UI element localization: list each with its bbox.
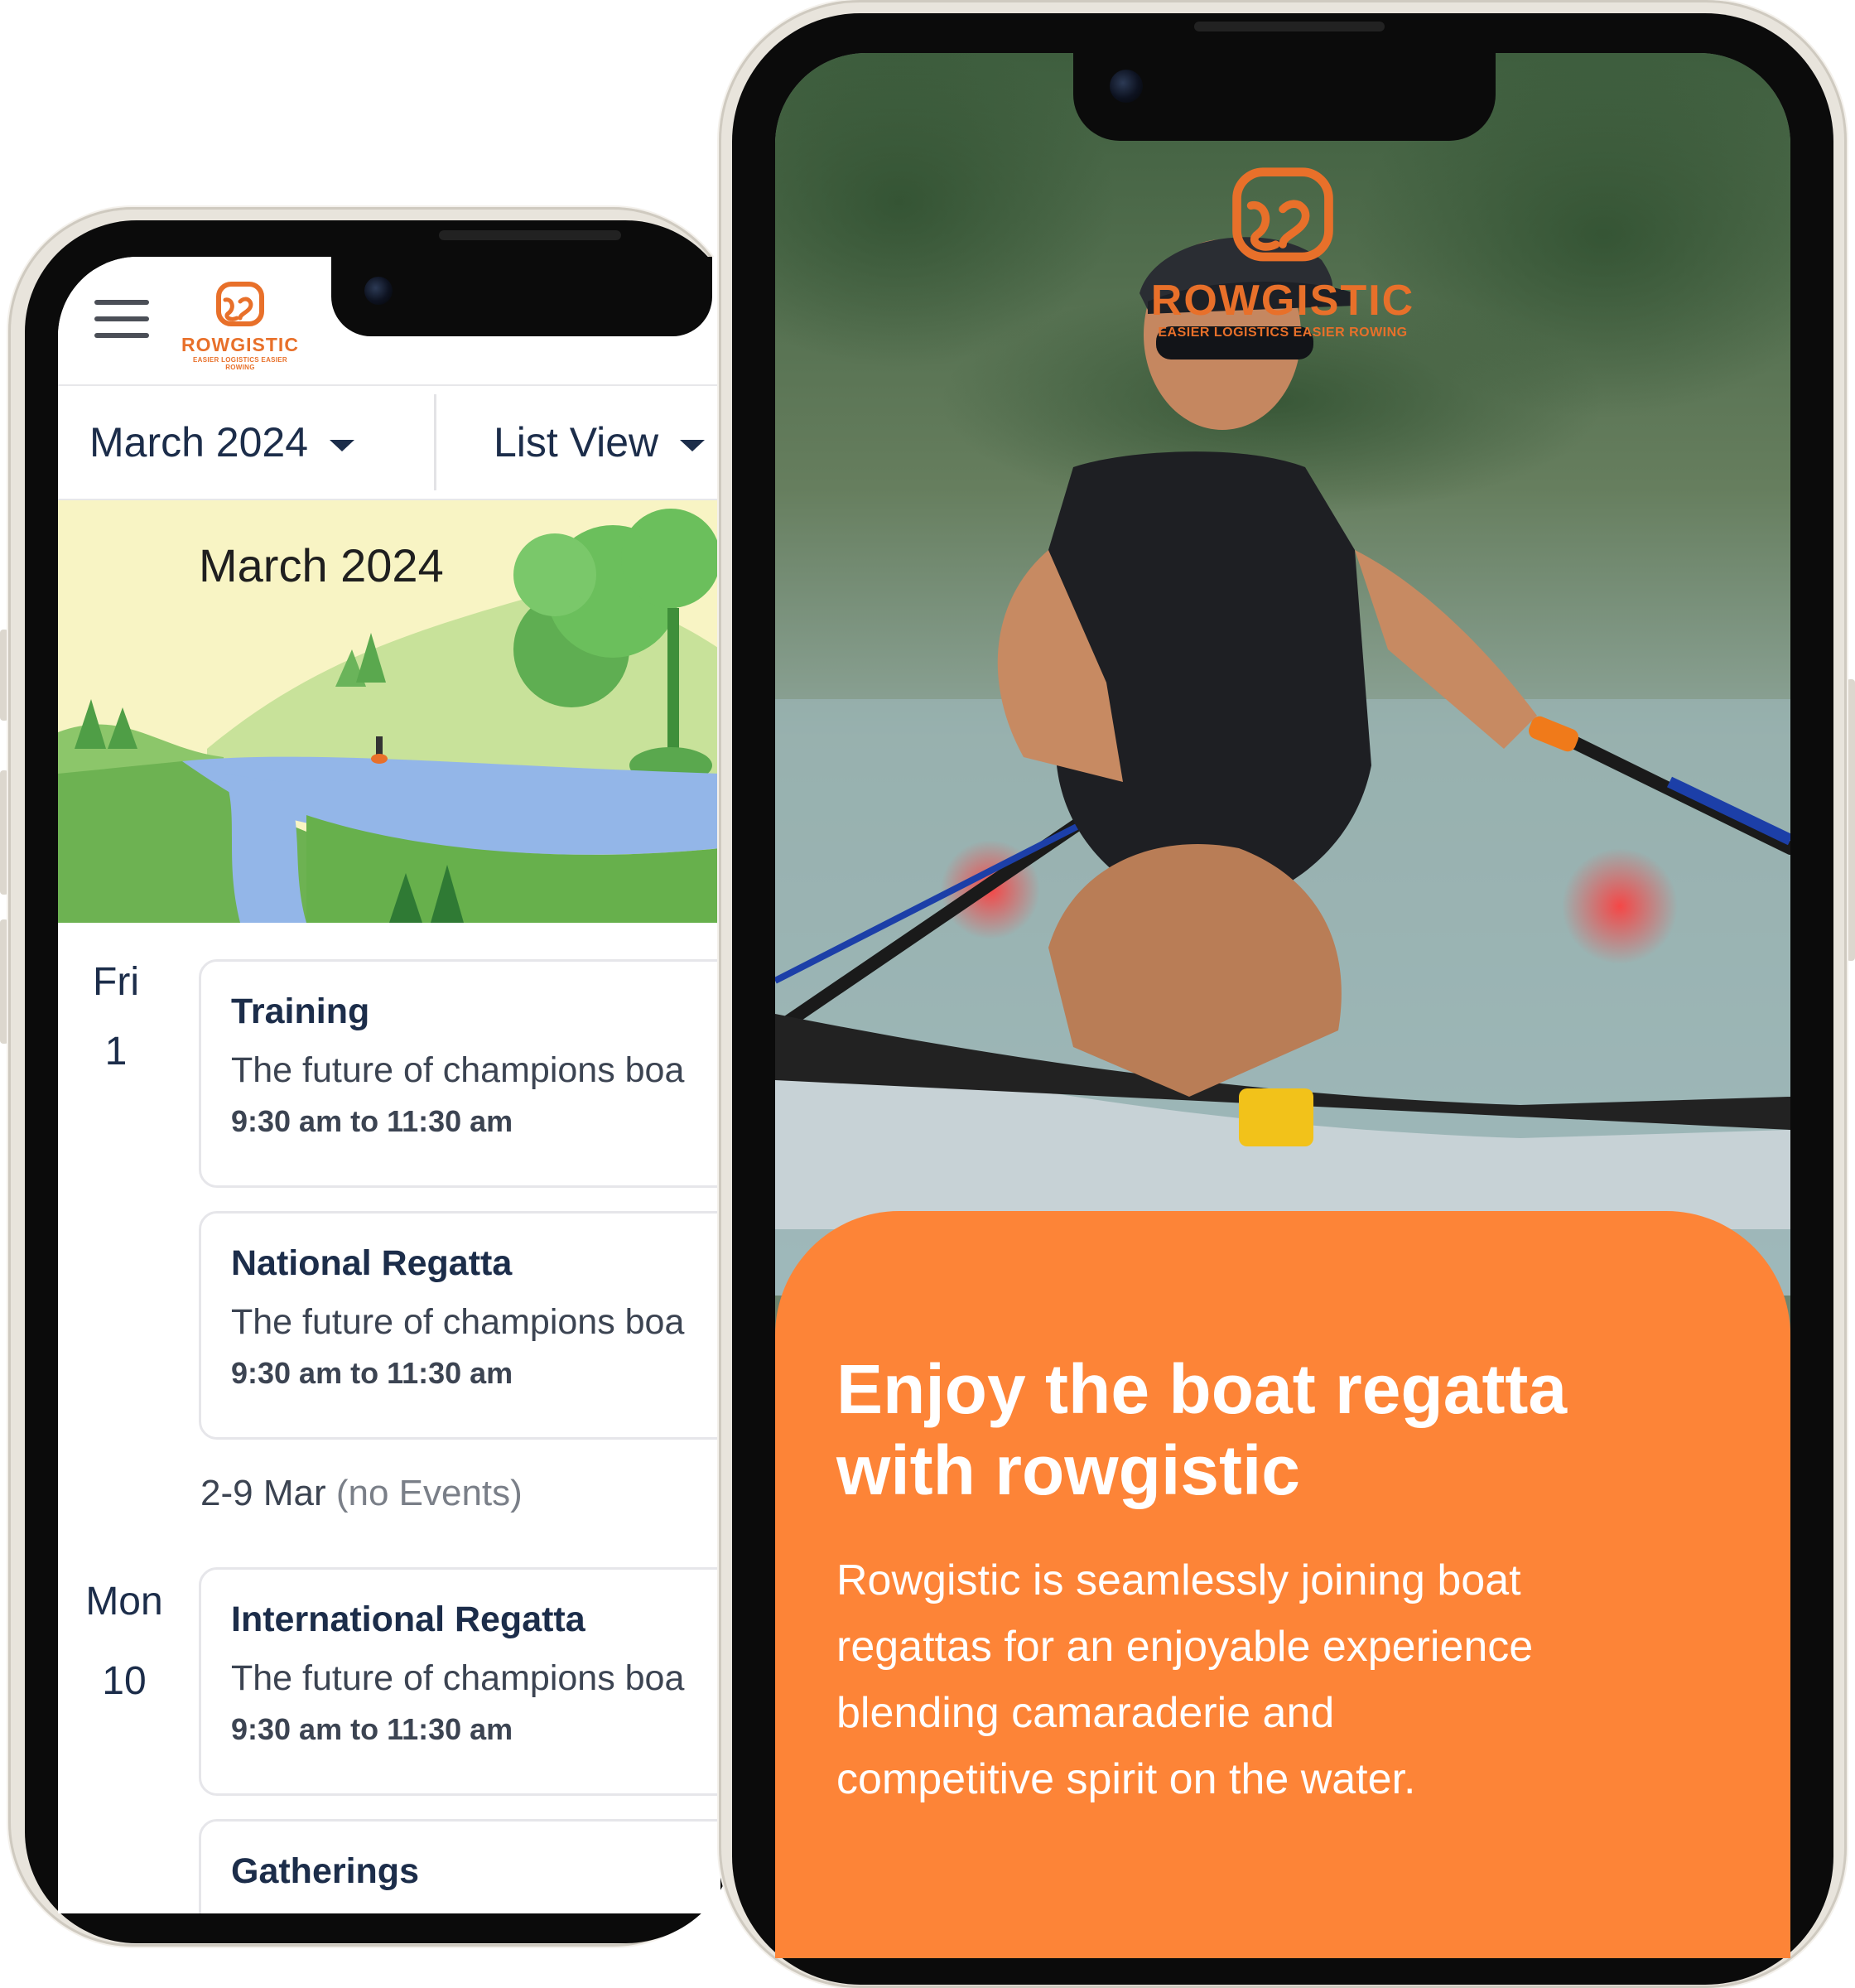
side-button xyxy=(1847,679,1855,961)
no-events-note: (no Events) xyxy=(335,1473,523,1513)
right-screen: ROWGISTIC EASIER LOGISTICS EASIER ROWING… xyxy=(775,53,1790,1958)
no-events-dates: 2-9 Mar xyxy=(200,1473,326,1513)
event-title: Training xyxy=(231,992,370,1031)
event-description: The future of champions boa xyxy=(231,1050,685,1090)
speaker-grille xyxy=(439,230,621,240)
body-line: competitive spirit on the water. xyxy=(836,1755,1416,1803)
calendar-toolbar: March 2024 List View xyxy=(58,386,720,500)
view-dropdown-label: List View xyxy=(494,419,659,466)
headline-line: Enjoy the boat regatta xyxy=(836,1350,1568,1428)
event-time: 9:30 am to 11:30 am xyxy=(231,1712,513,1746)
event-title: Gatherings xyxy=(231,1851,419,1891)
month-dropdown[interactable]: March 2024 xyxy=(89,386,355,499)
intro-headline: Enjoy the boat regatta with rowgistic xyxy=(836,1349,1747,1511)
event-title: National Regatta xyxy=(231,1243,513,1283)
brand-name: ROWGISTIC xyxy=(181,334,299,355)
menu-icon[interactable] xyxy=(94,300,149,340)
brand-tagline: EASIER LOGISTICS EASIER ROWING xyxy=(192,356,288,371)
weekday-label: Mon xyxy=(85,1580,163,1624)
intro-body: Rowgistic is seamlessly joining boat reg… xyxy=(836,1547,1756,1812)
brand-tagline: EASIER LOGISTICS EASIER ROWING xyxy=(1158,326,1408,340)
weekday-label: Fri xyxy=(93,960,139,1004)
headline-line: with rowgistic xyxy=(836,1431,1301,1509)
event-card[interactable]: International Regatta The future of cham… xyxy=(199,1567,720,1796)
toolbar-divider xyxy=(434,394,436,490)
body-line: regattas for an enjoyable experience xyxy=(836,1623,1534,1671)
event-title: International Regatta xyxy=(231,1600,585,1639)
left-phone: ROWGISTIC EASIER LOGISTICS EASIER ROWING… xyxy=(0,207,737,1947)
body-line: blending camaraderie and xyxy=(836,1689,1335,1737)
right-phone: ROWGISTIC EASIER LOGISTICS EASIER ROWING… xyxy=(719,0,1855,1988)
left-screen: ROWGISTIC EASIER LOGISTICS EASIER ROWING… xyxy=(58,257,720,1913)
banner-title: March 2024 xyxy=(199,539,444,591)
event-card[interactable]: Gatherings xyxy=(199,1819,720,1913)
day-number: 1 xyxy=(104,1030,128,1074)
brand-name: ROWGISTIC xyxy=(1150,277,1415,325)
event-card[interactable]: National Regatta The future of champions… xyxy=(199,1211,720,1440)
month-banner: March 2024 xyxy=(58,500,720,923)
view-dropdown[interactable]: List View xyxy=(494,386,706,499)
caret-down-icon xyxy=(330,440,355,451)
rowgistic-logo: ROWGISTIC EASIER LOGISTICS EASIER ROWING xyxy=(775,166,1790,340)
side-button xyxy=(0,630,8,721)
body-line: Rowgistic is seamlessly joining boat xyxy=(836,1556,1521,1604)
side-button xyxy=(0,919,8,1044)
camera-icon xyxy=(1110,70,1143,103)
notch xyxy=(1073,53,1496,141)
no-events-range: 2-9 Mar (no Events) xyxy=(200,1473,523,1514)
rowgistic-logo-icon xyxy=(216,282,264,326)
rowgistic-logo-icon xyxy=(1232,167,1333,262)
notch xyxy=(331,257,712,336)
event-time: 9:30 am to 11:30 am xyxy=(231,1356,513,1390)
event-card[interactable]: Training The future of champions boa 9:3… xyxy=(199,959,720,1188)
intro-card: Enjoy the boat regatta with rowgistic Ro… xyxy=(775,1211,1790,1958)
month-dropdown-label: March 2024 xyxy=(89,419,309,466)
speaker-grille xyxy=(1194,22,1385,31)
event-description: The future of champions boa xyxy=(231,1302,685,1342)
day-number: 10 xyxy=(102,1659,147,1703)
rower-hero-image: ROWGISTIC EASIER LOGISTICS EASIER ROWING xyxy=(775,53,1790,1296)
event-time: 9:30 am to 11:30 am xyxy=(231,1104,513,1138)
side-button xyxy=(0,770,8,895)
rowgistic-logo[interactable]: ROWGISTIC EASIER LOGISTICS EASIER ROWING xyxy=(178,282,302,371)
camera-icon xyxy=(364,277,393,305)
event-description: The future of champions boa xyxy=(231,1658,685,1698)
caret-down-icon xyxy=(680,440,706,451)
